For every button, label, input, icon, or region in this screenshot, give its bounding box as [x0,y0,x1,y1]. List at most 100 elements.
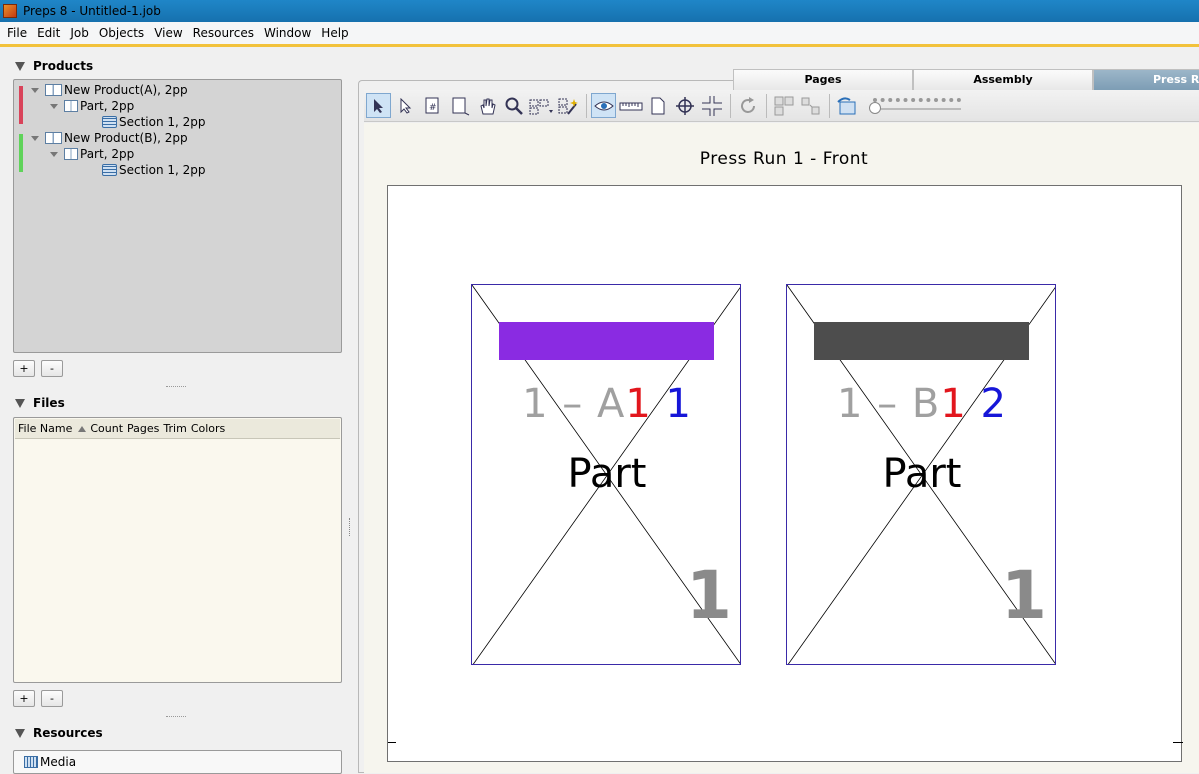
product-a-color-bar [19,86,23,124]
remove-file-button[interactable]: - [41,690,63,707]
expand-arrow-icon[interactable] [31,135,39,141]
files-header-label: Files [33,396,65,410]
resources-header[interactable]: Resources [15,726,103,740]
column-header-colors[interactable]: Colors [191,422,225,435]
marks-icon[interactable] [528,93,553,118]
tree-item-label: Part, 2pp [80,99,135,113]
tree-item-section-b[interactable]: Section 1, 2pp [102,162,206,178]
crosshair-icon[interactable] [672,93,697,118]
page-color-bar [814,322,1029,360]
page-icon[interactable] [645,93,670,118]
menu-resources[interactable]: Resources [188,26,259,40]
product-icon [45,84,62,96]
files-table[interactable]: File Name Count Pages Trim Colors [13,417,342,683]
splitter-grip[interactable] [166,716,186,719]
panel-splitter[interactable] [349,518,352,536]
toolbar-separator [829,93,830,118]
magic-wand-icon[interactable] [555,93,580,118]
column-header-pages[interactable]: Pages [127,422,159,435]
tree-item-product-b[interactable]: New Product(B), 2pp [31,130,188,146]
direct-select-icon[interactable] [393,93,418,118]
page-numbering-icon[interactable]: # [420,93,445,118]
collapse-triangle-icon [15,728,25,738]
menu-file[interactable]: File [2,26,32,40]
undo-icon[interactable] [834,93,859,118]
page-label: 1 – B1 2 [787,381,1055,427]
slider-track [873,107,961,110]
products-header[interactable]: Products [15,59,93,73]
tree-item-section-a[interactable]: Section 1, 2pp [102,114,206,130]
resource-item-media[interactable]: Media [13,750,342,774]
section-icon [102,116,117,128]
tab-press-run[interactable]: Press Ru [1093,69,1199,91]
tree-item-part-b[interactable]: Part, 2pp [50,146,134,162]
menu-bar: File Edit Job Objects View Resources Win… [0,22,1199,47]
press-run-title: Press Run 1 - Front [699,149,869,169]
page-cell-a[interactable]: 1 – A1 1 Part 1 [471,284,741,665]
add-file-button[interactable]: + [13,690,35,707]
menu-window[interactable]: Window [259,26,316,40]
column-header-trim[interactable]: Trim [163,422,186,435]
sort-ascending-icon [78,425,87,432]
toolbar-separator [766,93,767,118]
zoom-slider[interactable] [869,97,961,114]
page-part-label: Part [882,451,962,497]
slider-ticks [873,97,961,103]
left-panel: Products New Product(A), 2pp Part, 2pp S… [0,50,356,774]
press-sheet[interactable]: 1 – A1 1 Part 1 1 – B1 2 Part 1 [387,185,1183,762]
splitter-grip[interactable] [166,386,186,389]
menu-objects[interactable]: Objects [94,26,149,40]
distribute-icon[interactable] [798,93,823,118]
select-arrow-icon[interactable] [366,93,391,118]
arrange-icon[interactable] [771,93,796,118]
add-product-button[interactable]: + [13,360,35,377]
hand-icon[interactable] [474,93,499,118]
page-fit-icon[interactable] [447,93,472,118]
remove-product-button[interactable]: - [41,360,63,377]
media-icon [24,756,38,768]
expand-arrow-icon[interactable] [50,103,58,109]
tree-item-label: Part, 2pp [80,147,135,161]
column-header-count[interactable]: Count [90,422,123,435]
page-label: 1 – A1 1 [472,381,740,427]
page-part-label: Part [567,451,647,497]
collapse-triangle-icon [15,61,25,71]
toolbar-separator [586,93,587,118]
page-label-blue-number: 1 [665,381,692,427]
rotate-icon[interactable] [735,93,760,118]
files-header[interactable]: Files [15,396,65,410]
resources-header-label: Resources [33,726,103,740]
page-cell-b[interactable]: 1 – B1 2 Part 1 [786,284,1056,665]
menu-help[interactable]: Help [316,26,353,40]
ruler-icon[interactable] [618,93,643,118]
page-label-red-number: 1 [625,381,652,427]
page-label-red-number: 1 [940,381,967,427]
menu-job[interactable]: Job [65,26,94,40]
tree-item-part-a[interactable]: Part, 2pp [50,98,134,114]
expand-arrow-icon[interactable] [31,87,39,93]
column-header-file-name[interactable]: File Name [18,422,72,435]
tab-pages[interactable]: Pages [733,69,913,91]
page-folio: 1 [1001,557,1047,634]
app-icon [3,4,17,18]
menu-view[interactable]: View [149,26,187,40]
section-icon [102,164,117,176]
title-bar: Preps 8 - Untitled-1.job [0,0,1199,22]
products-header-label: Products [33,59,94,73]
page-color-bar [499,322,714,360]
slider-knob[interactable] [869,101,881,114]
zoom-icon[interactable] [501,93,526,118]
tree-item-label: New Product(B), 2pp [64,131,188,145]
press-run-canvas[interactable]: Press Run 1 - Front 1 – A1 1 Part 1 1 – … [364,123,1199,773]
split-icon[interactable] [699,93,724,118]
crop-mark [1173,742,1183,743]
tree-item-label: New Product(A), 2pp [64,83,188,97]
expand-arrow-icon[interactable] [50,151,58,157]
preview-eye-icon[interactable] [591,93,616,118]
products-tree[interactable]: New Product(A), 2pp Part, 2pp Section 1,… [13,79,342,353]
tree-item-product-a[interactable]: New Product(A), 2pp [31,82,188,98]
collapse-triangle-icon [15,398,25,408]
tree-item-label: Section 1, 2pp [119,163,206,177]
menu-edit[interactable]: Edit [32,26,65,40]
tab-assembly[interactable]: Assembly [913,69,1093,91]
